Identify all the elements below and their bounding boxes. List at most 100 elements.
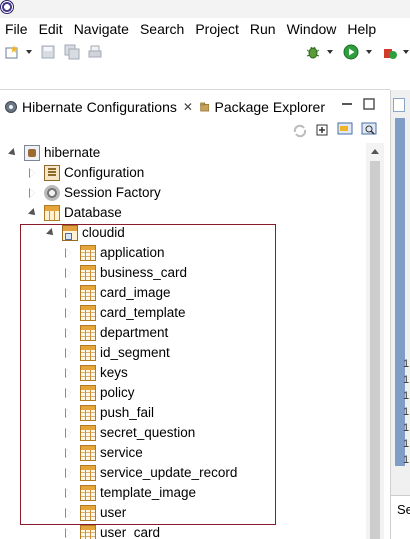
expand-arrow-icon[interactable] xyxy=(62,443,76,463)
menu-project[interactable]: Project xyxy=(190,18,245,40)
run-dropdown-icon[interactable] xyxy=(366,50,372,54)
tree-node-table[interactable]: service_update_record xyxy=(62,463,237,483)
hibernate-console-icon xyxy=(24,145,40,161)
tree-node-label: Session Factory xyxy=(64,185,161,200)
external-tools-dropdown-icon[interactable] xyxy=(403,50,409,54)
tree-node-table[interactable]: business_card xyxy=(62,263,187,283)
tree-node-label: service xyxy=(100,445,143,460)
tree-node-database[interactable]: Database xyxy=(26,203,122,223)
tree-node-label: cloudid xyxy=(82,225,125,240)
table-icon xyxy=(80,465,96,481)
tree-node-table[interactable]: push_fail xyxy=(62,403,154,423)
tree-node-session-factory[interactable]: Session Factory xyxy=(26,183,161,203)
new-wizard-icon[interactable] xyxy=(4,44,20,60)
expand-arrow-icon[interactable] xyxy=(62,383,76,403)
minimize-icon[interactable] xyxy=(339,95,355,115)
scroll-up-icon[interactable] xyxy=(371,149,379,154)
menu-edit[interactable]: Edit xyxy=(34,18,69,40)
expand-all-icon[interactable] xyxy=(316,124,328,136)
tree-node-label: user_card xyxy=(100,525,161,539)
java-editor-tab-icon[interactable] xyxy=(393,98,405,112)
tree-node-table[interactable]: department xyxy=(62,323,168,343)
toolbar-separator xyxy=(0,89,390,90)
tree-node-root[interactable]: hibernate xyxy=(6,143,100,163)
tree-node-table[interactable]: template_image xyxy=(62,483,196,503)
menu-file[interactable]: File xyxy=(0,18,34,40)
expand-arrow-icon[interactable] xyxy=(62,463,76,483)
menu-search[interactable]: Search xyxy=(135,18,190,40)
tab-hibernate-configurations[interactable]: Hibernate Configurations ✕ xyxy=(0,95,195,119)
editor-area: 1 1 1 1 1 1 1 Se xyxy=(390,90,410,539)
line-numbers: 1 1 1 1 1 1 1 xyxy=(403,356,409,468)
expand-arrow-icon[interactable] xyxy=(62,283,76,303)
close-icon[interactable]: ✕ xyxy=(183,100,193,114)
expand-arrow-icon[interactable] xyxy=(26,183,40,203)
run-icon[interactable] xyxy=(343,44,359,60)
bottom-panel-label[interactable]: Se xyxy=(397,502,410,517)
expand-arrow-icon[interactable] xyxy=(62,303,76,323)
tree-node-table[interactable]: id_segment xyxy=(62,343,170,363)
debug-dropdown-icon[interactable] xyxy=(327,50,333,54)
tree-node-table[interactable]: keys xyxy=(62,363,128,383)
expand-arrow-icon[interactable] xyxy=(62,523,76,539)
tree-node-table[interactable]: user_card xyxy=(62,523,160,539)
menu-help[interactable]: Help xyxy=(342,18,382,40)
table-icon xyxy=(80,485,96,501)
tree-node-table[interactable]: card_image xyxy=(62,283,171,303)
tree-node-label: hibernate xyxy=(44,145,101,160)
expand-arrow-icon[interactable] xyxy=(62,263,76,283)
tab-package-explorer[interactable]: Package Explorer xyxy=(195,95,325,119)
expand-arrow-icon[interactable] xyxy=(62,363,76,383)
save-all-icon[interactable] xyxy=(64,44,80,60)
hibernate-config-tree: hibernate Configuration Session Factory Dat… xyxy=(0,143,366,539)
tree-node-table[interactable]: policy xyxy=(62,383,135,403)
tree-scrollbar[interactable] xyxy=(366,143,384,539)
collapse-arrow-icon[interactable] xyxy=(26,203,40,223)
debug-icon[interactable] xyxy=(305,44,321,60)
print-icon[interactable] xyxy=(87,44,103,60)
tree-node-label: service_update_record xyxy=(100,465,238,480)
line-number: 1 xyxy=(403,422,410,434)
table-icon xyxy=(80,325,96,341)
tree-node-schema[interactable]: cloudid xyxy=(44,223,125,243)
table-icon xyxy=(80,285,96,301)
hql-editor-icon[interactable] xyxy=(337,122,355,138)
expand-arrow-icon[interactable] xyxy=(26,163,40,183)
criteria-editor-icon[interactable] xyxy=(361,122,379,138)
menu-navigate[interactable]: Navigate xyxy=(69,18,135,40)
configuration-icon xyxy=(44,165,60,181)
tree-node-label: template_image xyxy=(100,485,197,500)
main-toolbar xyxy=(0,40,410,64)
expand-arrow-icon[interactable] xyxy=(62,503,76,523)
expand-arrow-icon[interactable] xyxy=(62,403,76,423)
expand-arrow-icon[interactable] xyxy=(62,343,76,363)
tree-node-table[interactable]: service xyxy=(62,443,143,463)
tree-node-configuration[interactable]: Configuration xyxy=(26,163,144,183)
tree-node-table[interactable]: user xyxy=(62,503,126,523)
tree-node-table[interactable]: application xyxy=(62,243,165,263)
external-tools-icon[interactable] xyxy=(382,44,398,60)
eclipse-logo-icon xyxy=(0,0,14,14)
maximize-icon[interactable] xyxy=(361,95,377,115)
refresh-icon[interactable] xyxy=(292,123,308,139)
new-dropdown-icon[interactable] xyxy=(26,50,32,54)
scrollbar-thumb[interactable] xyxy=(370,161,380,539)
menu-run[interactable]: Run xyxy=(245,18,282,40)
collapse-arrow-icon[interactable] xyxy=(44,223,58,243)
expand-arrow-icon[interactable] xyxy=(62,243,76,263)
expand-arrow-icon[interactable] xyxy=(62,483,76,503)
title-bar xyxy=(0,0,410,18)
expand-arrow-icon[interactable] xyxy=(62,423,76,443)
line-number: 1 xyxy=(403,374,410,386)
table-icon xyxy=(80,405,96,421)
tree-node-table[interactable]: secret_question xyxy=(62,423,195,443)
menu-window[interactable]: Window xyxy=(282,18,343,40)
line-number: 1 xyxy=(403,406,410,418)
save-icon[interactable] xyxy=(40,44,56,60)
collapse-arrow-icon[interactable] xyxy=(6,143,20,163)
menu-bar: File Edit Navigate Search Project Run Wi… xyxy=(0,18,410,40)
package-explorer-icon xyxy=(200,102,210,112)
schema-icon xyxy=(62,225,78,241)
expand-arrow-icon[interactable] xyxy=(62,323,76,343)
tree-node-table[interactable]: card_template xyxy=(62,303,186,323)
